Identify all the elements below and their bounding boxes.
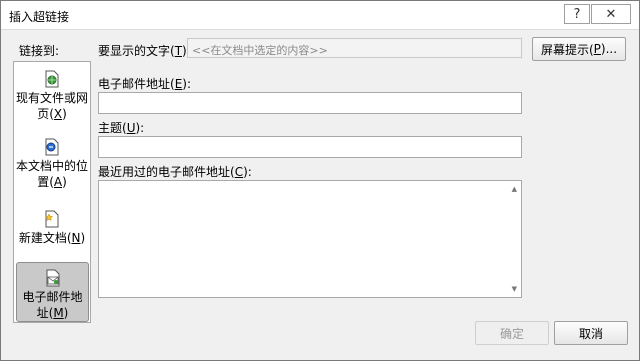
nav-place-in-document[interactable]: 本文档中的位置(A) [16,138,88,190]
display-text-input[interactable]: <<在文档中选定的内容>> [187,38,522,58]
label-part: 要显示的文字( [98,44,175,58]
label-part: 电子邮件地址( [98,77,175,91]
screentip-button[interactable]: 屏幕提示(P)... [532,37,626,61]
label-key: T [174,44,183,58]
label-part: ): [135,121,145,135]
label-part: ): [182,77,192,91]
label-part: ): [243,165,252,179]
button-label: 屏幕提示( [540,42,594,57]
email-address-label: 电子邮件地址(E): [98,75,191,92]
nav-label-text: 新建文档( [18,231,72,245]
nav-label-text: 本文档中的位置( [16,159,89,189]
new-document-icon [44,210,60,228]
button-label: )... [600,42,618,56]
recent-emails-label: 最近用过的电子邮件地址(C): [98,163,252,180]
recent-emails-list[interactable]: ▲ ▼ [98,180,522,298]
nav-existing-file-or-web-page[interactable]: 现有文件或网页(X) [16,70,88,122]
document-place-icon [44,138,60,156]
nav-label-key: A [53,175,63,189]
nav-label-tail: ) [62,107,67,121]
nav-email-address[interactable]: 电子邮件地址(M) [16,262,89,322]
insert-hyperlink-dialog: 插入超链接 ? ✕ 链接到: 现有文件或网页(X) 本文档中的位置(A) 新建文… [0,0,640,361]
nav-label-tail: ) [62,175,67,189]
nav-label-tail: ) [63,306,69,320]
help-button[interactable]: ? [564,4,590,24]
help-icon: ? [573,6,581,22]
display-text-label: 要显示的文字(T): [98,42,191,59]
cancel-button[interactable]: 取消 [554,321,628,345]
link-to-label: 链接到: [19,44,60,58]
subject-input[interactable] [98,136,522,158]
nav-new-document[interactable]: 新建文档(N) [16,210,88,246]
title-bar: 插入超链接 ? ✕ [1,1,639,30]
nav-label-key: M [53,306,64,320]
scroll-up-arrow-icon[interactable]: ▲ [512,185,517,193]
label-part: 主题( [98,121,127,135]
cancel-button-label: 取消 [578,326,603,341]
label-part: 最近用过的电子邮件地址( [98,165,235,179]
button-key: P [593,42,601,56]
web-page-icon [44,70,60,88]
dialog-title: 插入超链接 [9,10,70,24]
email-address-input[interactable] [98,92,522,114]
nav-label-text: 现有文件或网页( [16,91,89,121]
ok-button[interactable]: 确定 [475,321,549,345]
close-icon: ✕ [605,6,617,22]
nav-label-key: X [53,107,63,121]
scroll-down-arrow-icon[interactable]: ▼ [512,285,517,293]
ok-button-label: 确定 [499,326,524,341]
display-text-placeholder: <<在文档中选定的内容>> [192,44,328,57]
email-icon [45,269,61,287]
close-button[interactable]: ✕ [591,4,631,24]
subject-label: 主题(U): [98,119,144,136]
nav-label-tail: ) [80,231,86,245]
link-to-panel: 现有文件或网页(X) 本文档中的位置(A) 新建文档(N) 电子邮件地址(M) [13,61,91,323]
label-key: C [234,165,244,179]
